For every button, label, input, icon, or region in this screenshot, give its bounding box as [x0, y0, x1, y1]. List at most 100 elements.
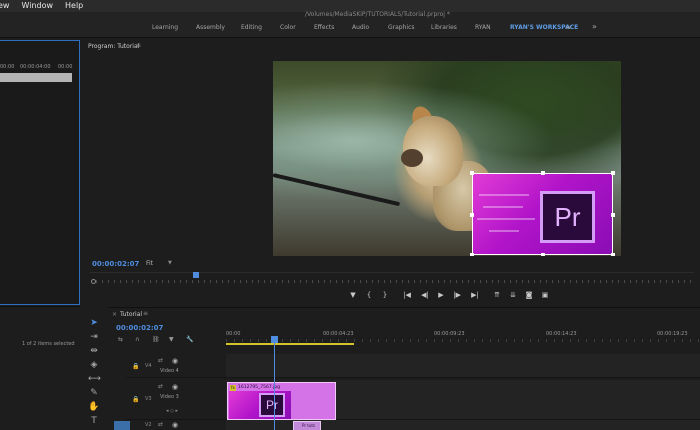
clip-thumbnail-logo: Pr: [259, 393, 285, 417]
mark-in-icon[interactable]: {: [363, 289, 375, 301]
ruler-label: 00:00:14:23: [546, 331, 577, 337]
compare-icon[interactable]: ▣: [539, 289, 551, 301]
source-ruler-label: 00:00: [0, 64, 15, 70]
close-icon[interactable]: ×: [112, 311, 117, 318]
lift-icon[interactable]: ⇈: [491, 289, 503, 301]
transform-handle[interactable]: [470, 213, 474, 217]
track-id-label: V2: [145, 422, 152, 428]
timeline-sequence-tab[interactable]: Tutorial: [120, 311, 142, 318]
workspace-tab-libraries[interactable]: Libraries: [431, 24, 457, 31]
track-select-tool-icon[interactable]: ⇥: [88, 331, 100, 343]
program-playhead[interactable]: [193, 272, 199, 278]
track-header-v3[interactable]: 🔒 V3 ⇄ ◉ Video 3 ◂ ◇ ▸: [126, 380, 226, 420]
transform-handle[interactable]: [470, 253, 474, 256]
source-time-ruler[interactable]: 00:00 00:00:04:00 00:00: [0, 61, 79, 73]
overlay-ui-line: [479, 194, 529, 196]
pen-tool-icon[interactable]: ✎: [88, 387, 100, 399]
chevron-down-icon[interactable]: ▼: [168, 259, 172, 268]
transform-handle[interactable]: [611, 171, 615, 175]
menu-help[interactable]: Help: [65, 0, 83, 12]
track-lane-v4[interactable]: [226, 354, 700, 378]
workspace-menu-icon[interactable]: ≡: [566, 24, 571, 31]
workspace-tab-ryan[interactable]: RYAN: [475, 24, 491, 31]
track-name-label: Video 3: [160, 394, 179, 400]
timeline-playhead-line[interactable]: [274, 336, 275, 430]
track-header-v2[interactable]: V2 ⇄ ◉: [126, 420, 226, 430]
add-marker-icon[interactable]: ▼: [347, 289, 359, 301]
step-forward-icon[interactable]: |▶: [451, 289, 463, 301]
ruler-label: 00:00:09:23: [434, 331, 465, 337]
mark-out-icon[interactable]: }: [379, 289, 391, 301]
overlay-ui-line: [483, 206, 523, 208]
eye-icon[interactable]: ◉: [172, 357, 178, 365]
source-clip-bar[interactable]: [0, 73, 72, 82]
premiere-logo-overlay[interactable]: Pr: [472, 173, 613, 255]
settings-wrench-icon[interactable]: 🔧: [186, 336, 193, 343]
go-to-in-icon[interactable]: |◀: [401, 289, 413, 301]
linked-selection-icon[interactable]: ⛓: [152, 336, 160, 343]
workspaces-bar: Learning Assembly Editing Color Effects …: [0, 18, 700, 38]
extract-icon[interactable]: ⇊: [507, 289, 519, 301]
workspace-tab-learning[interactable]: Learning: [152, 24, 178, 31]
timeline-panel: × Tutorial ≡ 00:00:02:07 ⇆ ∩ ⛓ ▼ 🔧 00:00…: [108, 307, 700, 430]
workspace-tab-assembly[interactable]: Assembly: [196, 24, 225, 31]
go-to-out-icon[interactable]: ▶|: [469, 289, 481, 301]
track-name-label: Video 4: [160, 368, 179, 374]
transform-handle[interactable]: [541, 171, 545, 175]
nest-toggle-icon[interactable]: ⇆: [118, 336, 123, 343]
track-target-indicator[interactable]: [114, 421, 130, 430]
sync-lock-icon[interactable]: ⇄: [158, 357, 163, 364]
sync-lock-icon[interactable]: ⇄: [158, 383, 163, 390]
snap-icon[interactable]: ∩: [135, 336, 139, 343]
hand-tool-icon[interactable]: ✋: [88, 401, 100, 413]
track-header-v4[interactable]: 🔒 V4 ⇄ ◉ Video 4: [126, 354, 226, 378]
workspace-tab-effects[interactable]: Effects: [314, 24, 334, 31]
fx-badge: fx: [230, 384, 236, 391]
transform-handle[interactable]: [541, 253, 545, 256]
add-marker-icon[interactable]: ▼: [169, 336, 174, 343]
work-area-bar[interactable]: [226, 343, 354, 345]
transform-handle[interactable]: [611, 253, 615, 256]
program-timecode[interactable]: 00:00:02:07: [92, 260, 139, 268]
eye-icon[interactable]: ◉: [172, 421, 178, 429]
workspace-tab-color[interactable]: Color: [280, 24, 296, 31]
ripple-edit-tool-icon[interactable]: ⇹: [88, 345, 100, 357]
ruler-label: 00:00:04:23: [323, 331, 354, 337]
timeline-clip-image[interactable]: fx 1612795_7567.jpg Pr: [227, 382, 336, 420]
selection-tool-icon[interactable]: ➤: [88, 317, 100, 329]
type-tool-icon[interactable]: T: [88, 415, 100, 427]
keyframe-nav-icon[interactable]: ◂ ◇ ▸: [166, 408, 178, 414]
source-ruler-label: 00:00: [58, 64, 73, 70]
timeline-timecode[interactable]: 00:00:02:07: [116, 324, 163, 332]
clip-name: Pr tuts: [302, 423, 316, 428]
source-monitor-panel[interactable]: 00:00 00:00:04:00 00:00: [0, 40, 80, 335]
source-ruler-label: 00:00:04:00: [20, 64, 51, 70]
razor-tool-icon[interactable]: ◈: [88, 359, 100, 371]
program-video-frame[interactable]: Pr: [273, 61, 621, 256]
workspace-tab-editing[interactable]: Editing: [241, 24, 262, 31]
eye-icon[interactable]: ◉: [172, 383, 178, 391]
workspace-overflow-icon[interactable]: »: [592, 22, 597, 31]
lock-icon[interactable]: 🔒: [132, 363, 139, 370]
timeline-panel-menu-icon[interactable]: ≡: [143, 310, 148, 317]
timeline-playhead[interactable]: [271, 336, 278, 343]
play-icon[interactable]: ▶: [435, 289, 447, 301]
lock-icon[interactable]: 🔒: [132, 396, 139, 403]
step-back-icon[interactable]: ◀|: [419, 289, 431, 301]
slip-tool-icon[interactable]: ⟷: [88, 373, 101, 385]
export-frame-icon[interactable]: ◙: [523, 289, 535, 301]
transform-handle[interactable]: [470, 171, 474, 175]
program-ruler-start-icon: [91, 279, 96, 284]
workspace-tab-audio[interactable]: Audio: [352, 24, 369, 31]
sync-lock-icon[interactable]: ⇄: [158, 421, 163, 428]
menu-view[interactable]: ew: [0, 0, 9, 12]
timeline-time-ruler[interactable]: 00:00 00:00:04:23 00:00:09:23 00:00:14:2…: [226, 329, 700, 343]
workspace-tab-graphics[interactable]: Graphics: [388, 24, 415, 31]
menu-window[interactable]: Window: [21, 0, 53, 12]
program-panel-menu-icon[interactable]: ≡: [136, 42, 141, 49]
timeline-ruler-ticks: [226, 339, 700, 342]
program-monitor-title[interactable]: Program: Tutorial: [88, 43, 139, 50]
timeline-clip-small[interactable]: Pr tuts: [293, 421, 321, 430]
transform-handle[interactable]: [611, 213, 615, 217]
project-panel: 1 of 2 items selected: [0, 306, 80, 430]
